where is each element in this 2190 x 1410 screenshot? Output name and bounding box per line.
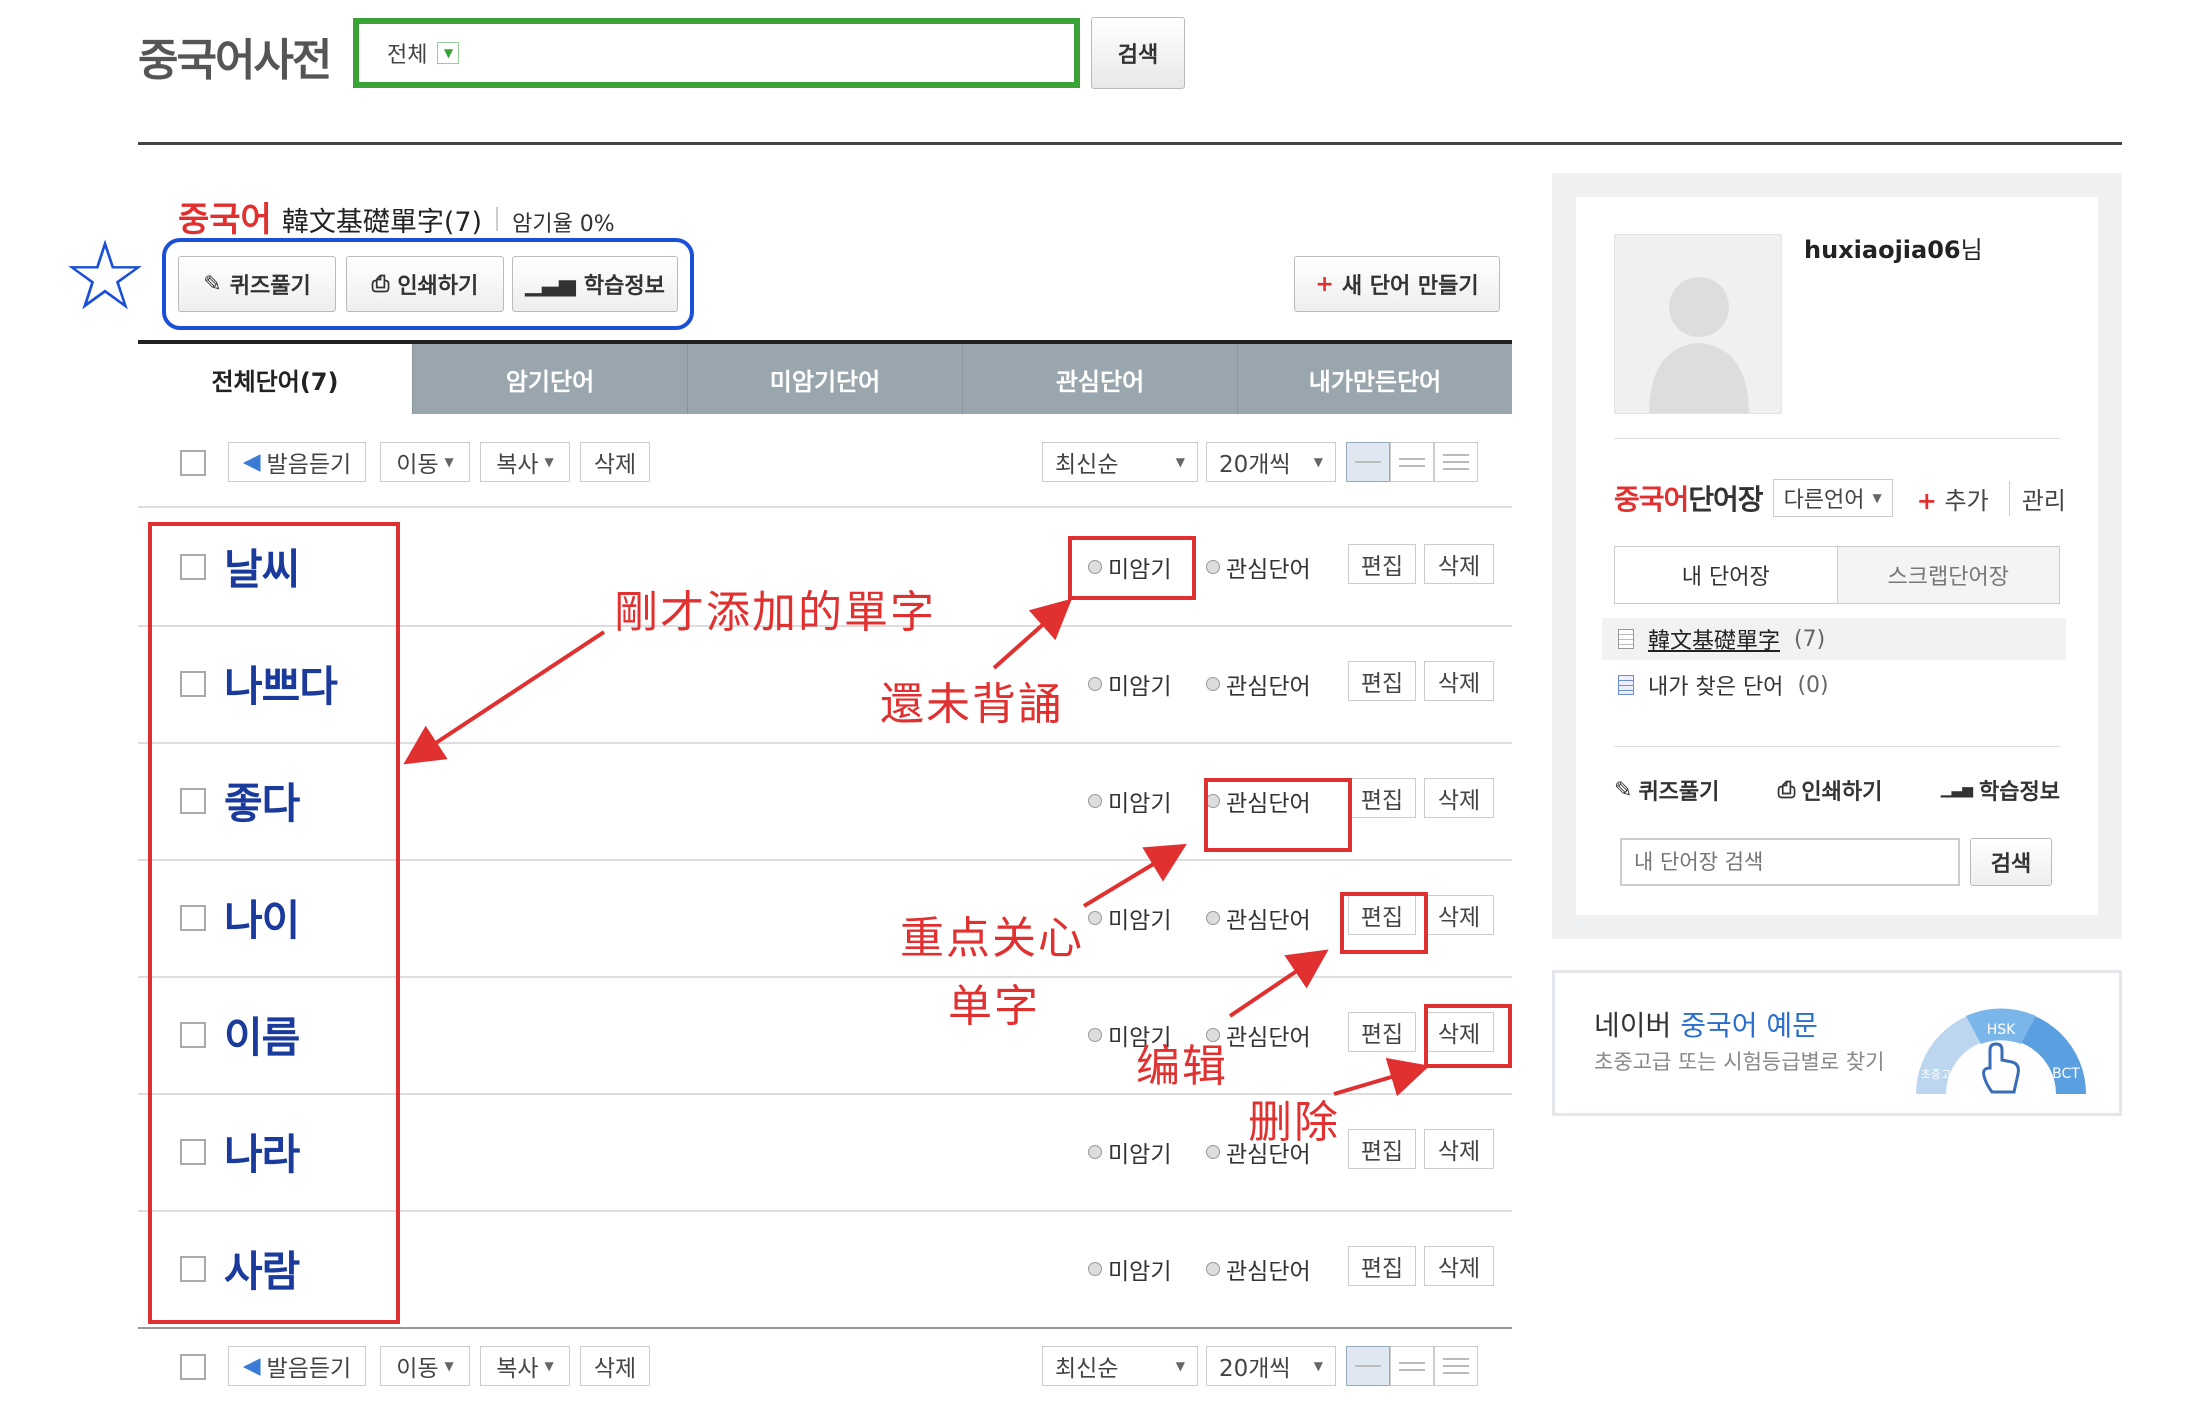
banner-title-prefix: 네이버: [1594, 1009, 1681, 1042]
quiz-label: 퀴즈풀기: [1638, 780, 1720, 805]
sidebar-tools: ✎ 퀴즈풀기 ⎙ 인쇄하기 ▁▃▅ 학습정보: [1614, 770, 2060, 810]
wordbook-list-item[interactable]: 내가 찾은 단어 (0): [1602, 664, 2066, 706]
user-silhouette-icon: [1649, 277, 1749, 413]
arrow-to-not-memorized: [992, 598, 1072, 670]
tab-scrap-wordbook[interactable]: 스크랩단어장: [1836, 547, 2059, 603]
sidebar-print-button[interactable]: ⎙ 인쇄하기: [1778, 770, 1883, 810]
hand-pointer-icon: [1982, 1042, 2020, 1094]
other-language-select[interactable]: 다른언어 ▼: [1772, 479, 1893, 517]
print-label: 인쇄하기: [1801, 780, 1883, 805]
wordbook-tabs: 내 단어장 스크랩단어장: [1614, 546, 2060, 604]
wordbook-lang: 중국어: [1614, 483, 1689, 516]
add-wordbook-link[interactable]: + 추가: [1917, 481, 1989, 516]
wordbook-item-name[interactable]: 내가 찾은 단어: [1648, 669, 1783, 701]
wordbook-label: 단어장: [1688, 483, 1763, 516]
wordbook-item-name[interactable]: 韓文基礎單字: [1648, 623, 1780, 655]
wordbook-list-item[interactable]: 韓文基礎單字 (7): [1602, 618, 2066, 660]
wordbook-header: 중국어단어장 다른언어 ▼ + 추가 관리: [1614, 478, 2066, 518]
caret-down-icon: ▼: [1872, 491, 1882, 505]
divider: [1614, 438, 2060, 439]
tab-my-wordbook[interactable]: 내 단어장: [1615, 547, 1837, 603]
study-info-label: 학습정보: [1979, 780, 2060, 805]
level-gauge-icon: HSK BCT 초중고: [1916, 1008, 2086, 1094]
document-icon: [1618, 675, 1634, 695]
wordbook-search-input[interactable]: [1620, 838, 1960, 886]
gauge-bct-label: BCT: [2052, 1066, 2080, 1082]
pencil-icon: ✎: [1614, 777, 1633, 803]
document-icon: [1618, 629, 1634, 649]
sidebar-study-info-button[interactable]: ▁▃▅ 학습정보: [1941, 770, 2060, 810]
arrow-to-edit: [1228, 949, 1329, 1018]
printer-icon: ⎙: [1777, 777, 1796, 803]
arrow-to-interest: [1082, 843, 1187, 908]
wordbook-item-count: (7): [1794, 626, 1826, 652]
wordbook-item-count: (0): [1797, 672, 1829, 698]
manage-link[interactable]: 관리: [2008, 480, 2066, 516]
banner-title-highlight: 중국어 예문: [1680, 1009, 1818, 1042]
arrow-to-delete: [1333, 1057, 1430, 1097]
username-suffix: 님: [1960, 236, 1983, 264]
username: huxiaojia06님: [1804, 230, 1983, 265]
username-text: huxiaojia06: [1804, 236, 1961, 264]
add-label: 추가: [1944, 486, 1989, 515]
bar-chart-icon: ▁▃▅: [1940, 782, 1974, 798]
plus-icon: +: [1916, 486, 1937, 515]
avatar[interactable]: [1614, 234, 1782, 414]
arrow-to-words: [403, 630, 606, 765]
wordbook-search-button[interactable]: 검색: [1970, 838, 2052, 886]
sidebar-quiz-button[interactable]: ✎ 퀴즈풀기: [1614, 770, 1719, 810]
banner-title: 네이버 중국어 예문: [1594, 1004, 1818, 1044]
gauge-hsk-label: HSK: [1987, 1022, 2016, 1038]
divider: [1614, 746, 2060, 747]
other-language-label: 다른언어: [1783, 488, 1865, 513]
banner-subtitle: 초중고급 또는 시험등급별로 찾기: [1594, 1050, 1885, 1074]
gauge-level-label: 초중고: [1921, 1068, 1951, 1081]
